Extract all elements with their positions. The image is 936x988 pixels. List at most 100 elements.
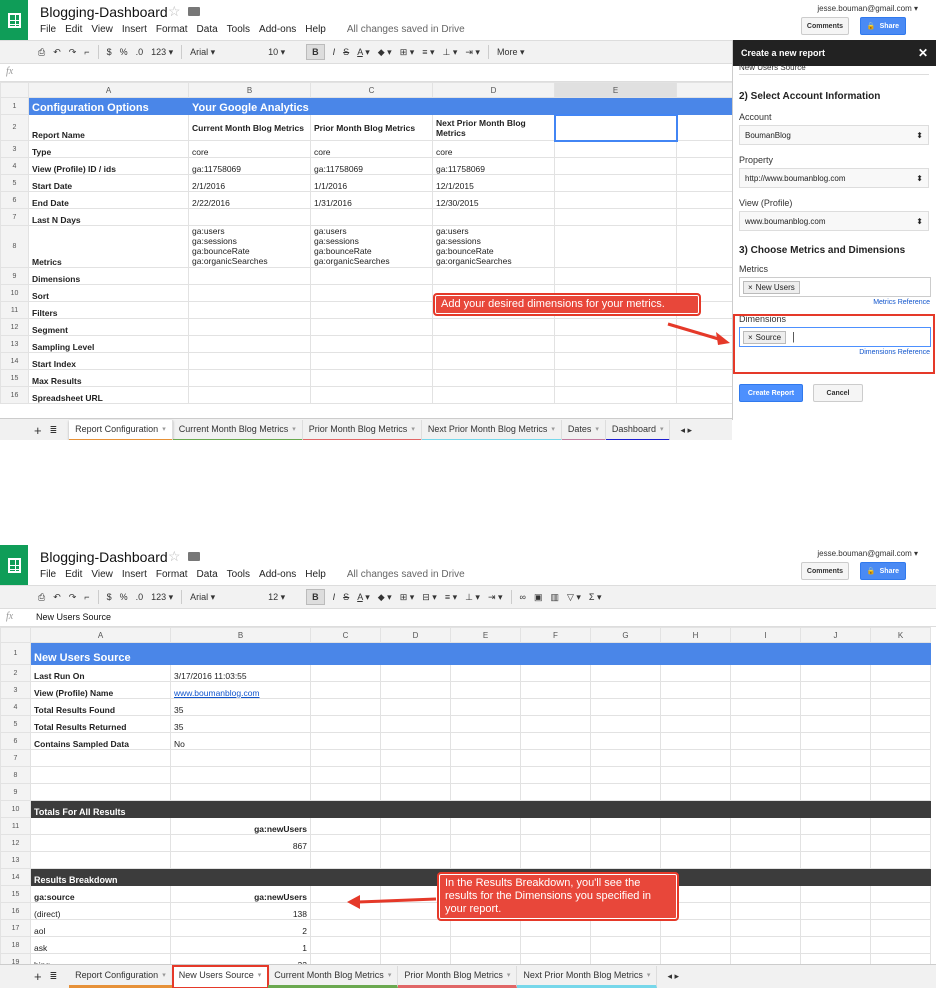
cell-k[interactable] [870,936,931,954]
cell-f[interactable] [520,732,591,750]
cell-k[interactable] [870,664,931,682]
cell-k[interactable] [870,642,931,665]
cell-f[interactable] [520,936,591,954]
cell-c[interactable]: core [310,140,433,158]
cell-g[interactable] [590,766,661,784]
cell-e[interactable] [450,834,521,852]
cell-b[interactable]: Current Month Blog Metrics [188,114,311,141]
cell-b[interactable] [170,800,311,818]
cell-i[interactable] [730,885,801,903]
cell-e[interactable] [450,817,521,835]
cell-b[interactable] [170,868,311,886]
cell-c[interactable] [310,851,381,869]
chevron-down-icon[interactable]: ▾ [660,425,664,433]
cell-c[interactable] [310,698,381,716]
cell-d[interactable] [380,919,451,937]
cell-j[interactable] [800,902,871,920]
cell-b[interactable]: 35 [170,698,311,716]
remove-icon[interactable]: × [748,283,753,292]
comments-button[interactable]: Comments [801,17,849,35]
cell-c[interactable] [310,783,381,801]
italic-button[interactable]: I [333,592,336,602]
row-header[interactable]: 1 [0,642,31,665]
cell-i[interactable] [730,851,801,869]
cell-j[interactable] [800,715,871,733]
cell-a[interactable]: Filters [28,301,189,319]
cell-f[interactable] [676,267,733,285]
chevron-down-icon[interactable]: ▾ [162,425,166,433]
row-header[interactable]: 14 [0,352,29,370]
cell-k[interactable] [870,715,931,733]
cell-d[interactable] [380,936,451,954]
cell-e[interactable] [553,113,678,142]
cell-f[interactable] [520,766,591,784]
more-button[interactable]: More ▾ [497,47,525,58]
cell-c[interactable] [310,817,381,835]
cell-j[interactable] [800,766,871,784]
cell-d[interactable] [380,817,451,835]
cell-e[interactable] [450,749,521,767]
cell-f[interactable] [520,851,591,869]
cell-j[interactable] [800,800,871,818]
sheet-tab[interactable]: Prior Month Blog Metrics ▾ [302,419,422,440]
cell-h[interactable] [660,732,731,750]
create-report-button[interactable]: Create Report [739,384,803,402]
cell-f[interactable] [520,681,591,699]
cell-e[interactable] [450,732,521,750]
borders-icon[interactable]: ⊞ ▾ [400,592,415,603]
text-color-icon[interactable]: A ▾ [357,592,370,603]
cell-g[interactable] [590,732,661,750]
cell-f[interactable] [520,834,591,852]
bold-button[interactable]: B [306,589,325,605]
cell-j[interactable] [800,936,871,954]
metric-chip[interactable]: × New Users [743,280,800,294]
cell-a[interactable]: ga:source [30,885,171,903]
cell-a[interactable]: Total Results Returned [30,715,171,733]
currency-icon[interactable]: $ [107,47,112,57]
folder-icon[interactable] [188,552,200,561]
menu-addons[interactable]: Add-ons [259,569,296,580]
cell-e[interactable] [450,851,521,869]
cell-i[interactable] [730,783,801,801]
cell-k[interactable] [870,851,931,869]
cell-j[interactable] [800,885,871,903]
row-header[interactable]: 8 [0,225,29,268]
corner-cell[interactable] [0,82,29,98]
align-icon[interactable]: ≡ ▾ [445,592,457,603]
row-header[interactable]: 15 [0,885,31,903]
cell-g[interactable] [590,783,661,801]
cell-f[interactable] [676,174,733,192]
cell-a[interactable] [30,766,171,784]
cell-g[interactable] [590,715,661,733]
cell-i[interactable] [730,732,801,750]
chevron-down-icon[interactable]: ▾ [595,425,599,433]
star-icon[interactable]: ☆ [168,548,181,565]
cell-a[interactable]: View (Profile) Name [30,681,171,699]
redo-icon[interactable]: ↷ [69,47,77,58]
cell-a[interactable]: aol [30,919,171,937]
col-header-g[interactable]: G [590,627,661,643]
cell-d[interactable] [432,352,555,370]
row-header[interactable]: 15 [0,369,29,387]
cell-c[interactable]: ga:users ga:sessions ga:bounceRate ga:or… [310,225,433,268]
cell-h[interactable] [660,800,731,818]
cell-e[interactable] [554,208,677,226]
cell-a[interactable]: View (Profile) ID / ids [28,157,189,175]
col-header-c[interactable]: C [310,82,433,98]
cell-b[interactable] [188,386,311,404]
cell-b[interactable] [170,766,311,784]
cell-f[interactable] [676,157,733,175]
menu-data[interactable]: Data [197,24,218,35]
cell-i[interactable] [730,749,801,767]
font-select[interactable]: Arial ▾ [190,47,260,58]
share-button[interactable]: 🔒 Share [860,562,906,580]
cell-c[interactable] [310,335,433,353]
chevron-down-icon[interactable]: ▾ [258,971,262,979]
menu-insert[interactable]: Insert [122,569,147,580]
row-header[interactable]: 11 [0,817,31,835]
cell-h[interactable] [660,817,731,835]
cell-c[interactable] [310,642,381,665]
row-header[interactable]: 3 [0,140,29,158]
formula-bar[interactable]: fx [0,64,732,82]
cell-h[interactable] [660,698,731,716]
